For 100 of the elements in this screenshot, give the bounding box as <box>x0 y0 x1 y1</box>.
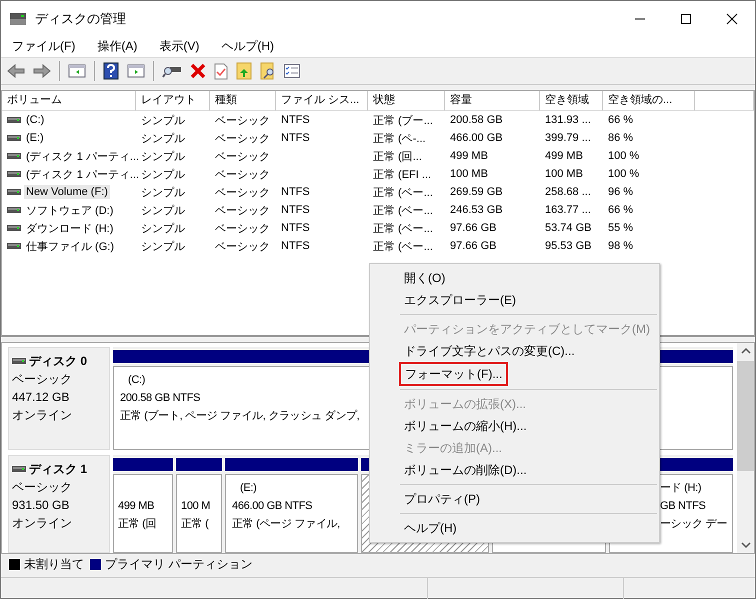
partition-info: ーシック デー <box>660 517 727 532</box>
back-arrow-icon[interactable] <box>7 64 25 78</box>
column-header[interactable]: 状態 <box>368 91 445 111</box>
partition-info: 正常 (ページ ファイル, <box>232 517 340 532</box>
panel-icon[interactable] <box>127 63 145 79</box>
table-cell-text: シンプル <box>141 186 185 200</box>
table-cell-text: ベーシック <box>215 168 270 182</box>
table-cell-text: ベーシック <box>215 114 270 128</box>
partition-label: (E:) <box>239 481 257 496</box>
table-cell-text: シンプル <box>141 240 185 254</box>
menu-item[interactable]: ファイル(F) <box>12 38 76 55</box>
column-header[interactable]: 種類 <box>210 91 276 111</box>
menu-item[interactable]: エクスプローラー(E) <box>370 289 659 311</box>
scroll-up-icon[interactable] <box>740 347 750 355</box>
table-cell[interactable]: ダウンロード (H:) <box>24 220 116 236</box>
partition-info: GB NTFS <box>660 499 706 514</box>
table-cell[interactable]: New Volume (F:) <box>24 185 110 199</box>
table-cell: 131.93 ... <box>545 114 591 126</box>
partition-box[interactable]: 499 MB 正常 (回 <box>113 474 173 553</box>
menu-item[interactable]: ドライブ文字とパスの変更(C)... <box>370 340 659 362</box>
table-cell-text: シンプル <box>141 114 185 128</box>
disk-name: ディスク 1 <box>29 461 88 478</box>
table-cell: 55 % <box>608 222 634 234</box>
disk-drive-icon <box>9 12 27 26</box>
drive-icon <box>7 243 21 249</box>
partition-box[interactable]: (E:) 466.00 GB NTFS 正常 (ページ ファイル, <box>225 474 358 553</box>
partition-header-bar <box>176 458 222 472</box>
checklist-icon[interactable] <box>284 64 300 78</box>
menu-item[interactable]: 操作(A) <box>97 38 138 55</box>
menu-item[interactable]: フォーマット(F)... <box>399 362 508 386</box>
table-cell-text: シンプル <box>141 168 185 182</box>
help-icon[interactable] <box>103 62 119 80</box>
scrollbar[interactable] <box>737 343 754 553</box>
table-cell: 66 % <box>608 114 634 126</box>
table-cell[interactable]: (ディスク 1 パーティ... <box>24 148 142 164</box>
table-cell[interactable]: (ディスク 1 パーティ... <box>24 166 142 182</box>
table-cell: 499 MB <box>450 150 488 162</box>
checked-document-icon[interactable] <box>214 62 228 80</box>
table-cell-text: 正常 (ベー... <box>373 240 433 254</box>
disk-type: ベーシック <box>12 371 73 388</box>
drive-icon <box>12 358 26 364</box>
table-cell-text: ベーシック <box>215 222 270 236</box>
table-cell: 163.77 ... <box>545 204 591 216</box>
table-cell-text: ベーシック <box>215 150 270 164</box>
panel-icon[interactable] <box>68 63 86 79</box>
drive-icon <box>7 135 21 141</box>
menu-item[interactable]: ボリュームの縮小(H)... <box>370 415 659 437</box>
menu-item[interactable]: 表示(V) <box>159 38 200 55</box>
partition-label: ード (H:) <box>660 481 702 496</box>
partition-info: 正常 (ブート, ページ ファイル, クラッシュ ダンプ, <box>120 408 360 424</box>
disk-type: ベーシック <box>12 479 73 496</box>
disk-size: 931.50 GB <box>12 497 70 514</box>
table-cell: 96 % <box>608 186 634 198</box>
drive-icon <box>12 466 26 472</box>
table-cell: NTFS <box>281 240 310 252</box>
column-header[interactable]: レイアウト <box>136 91 210 111</box>
column-header[interactable]: 空き領域 <box>540 91 603 111</box>
table-cell-text: 正常 (EFI ... <box>373 168 432 182</box>
disk-name: ディスク 0 <box>29 353 88 370</box>
table-cell-text: シンプル <box>141 222 185 236</box>
table-cell: NTFS <box>281 222 310 234</box>
column-header[interactable]: ファイル シス... <box>276 91 368 111</box>
forward-arrow-icon[interactable] <box>33 64 51 78</box>
table-cell: NTFS <box>281 132 310 144</box>
table-cell: 100 MB <box>545 168 583 180</box>
folder-search-icon[interactable] <box>260 62 276 80</box>
table-cell[interactable]: 仕事ファイル (G:) <box>24 238 116 254</box>
scroll-down-icon[interactable] <box>740 541 750 549</box>
menu-item[interactable]: 開く(O) <box>370 267 659 289</box>
column-header[interactable]: ボリューム <box>2 91 136 111</box>
table-cell-text: シンプル <box>141 132 185 146</box>
scroll-thumb[interactable] <box>737 361 754 471</box>
disk-status: オンライン <box>12 407 73 424</box>
table-cell-text: ベーシック <box>215 204 270 218</box>
table-cell: 53.74 GB <box>545 222 592 234</box>
table-cell: 246.53 GB <box>450 204 503 216</box>
partition-info: 466.00 GB NTFS <box>232 499 312 514</box>
table-cell-text: 正常 (ペ-... <box>373 132 426 146</box>
partition-info: 499 MB <box>118 499 154 514</box>
drive-icon <box>7 171 21 177</box>
folder-up-icon[interactable] <box>236 62 252 80</box>
disk-label-panel[interactable]: ディスク 0 ベーシック 447.12 GB オンライン <box>8 347 110 450</box>
menu-item[interactable]: ヘルプ(H) <box>221 38 274 55</box>
table-cell-text: シンプル <box>141 150 185 164</box>
drive-search-icon[interactable] <box>162 64 182 78</box>
table-cell: NTFS <box>281 186 310 198</box>
delete-icon[interactable] <box>190 63 206 79</box>
maximize-icon[interactable] <box>680 12 692 24</box>
drive-icon <box>7 117 21 123</box>
table-cell[interactable]: (E:) <box>24 131 46 145</box>
table-cell[interactable]: ソフトウェア (D:) <box>24 202 116 218</box>
drive-icon <box>7 153 21 159</box>
close-icon[interactable] <box>726 12 738 24</box>
column-header[interactable]: 容量 <box>445 91 540 111</box>
disk-label-panel[interactable]: ディスク 1 ベーシック 931.50 GB オンライン <box>8 455 110 553</box>
table-cell[interactable]: (C:) <box>24 113 46 127</box>
table-cell: 86 % <box>608 132 634 144</box>
table-cell: 66 % <box>608 204 634 216</box>
column-header[interactable]: 空き領域の... <box>603 91 695 111</box>
partition-box[interactable]: 100 M 正常 ( <box>176 474 222 553</box>
